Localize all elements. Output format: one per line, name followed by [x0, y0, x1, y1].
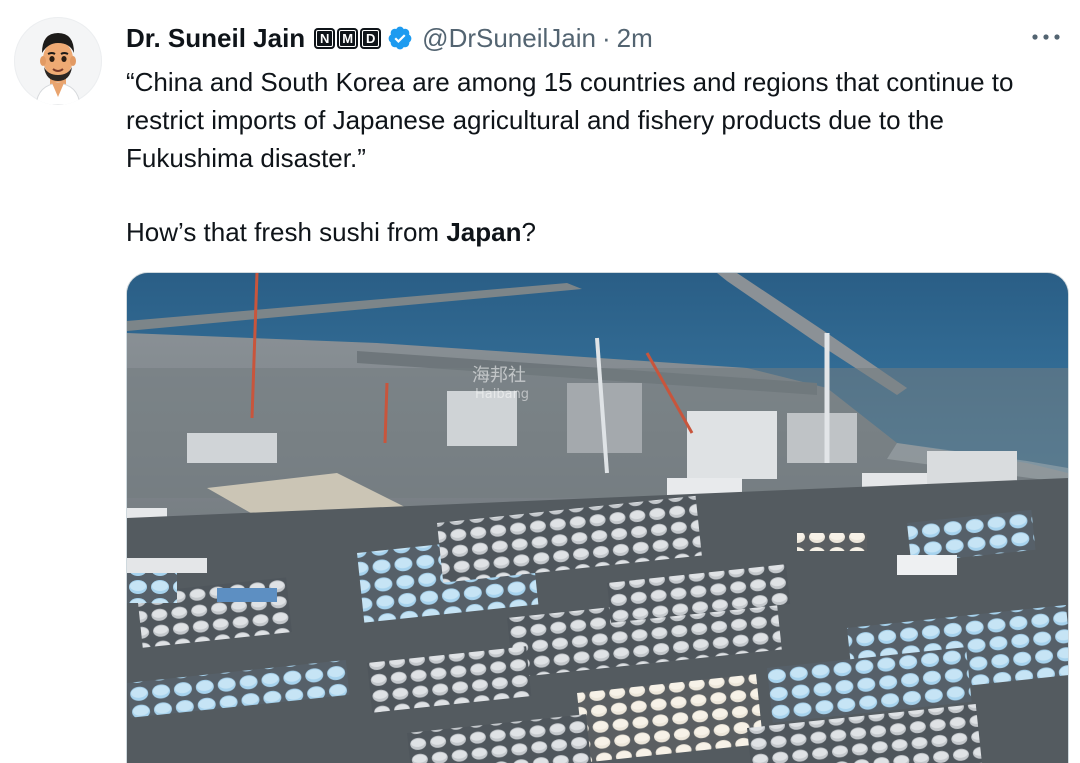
author-handle[interactable]: @DrSuneilJain: [422, 23, 596, 54]
badge-letter: D: [360, 27, 382, 49]
question-prefix: How’s that fresh sushi from: [126, 217, 447, 247]
storage-tanks-white: [797, 533, 867, 551]
verified-badge-icon: [388, 26, 412, 50]
tweet-text: “China and South Korea are among 15 coun…: [126, 63, 1071, 251]
tweet-quote: “China and South Korea are among 15 coun…: [126, 67, 1014, 173]
reactor-building: [687, 411, 777, 479]
reactor-building: [787, 413, 857, 463]
nmd-badges: N M D: [314, 27, 382, 49]
crane: [383, 382, 389, 444]
question-suffix: ?: [521, 217, 536, 247]
more-options-button[interactable]: [1026, 22, 1066, 52]
avatar[interactable]: [14, 17, 102, 105]
tweet-card: Dr. Suneil Jain N M D @DrSuneilJain · 2m…: [0, 0, 1080, 763]
storage-tanks-blue: [127, 573, 177, 603]
tweet-header: Dr. Suneil Jain N M D @DrSuneilJain · 2m: [126, 20, 653, 56]
warehouse-roof: [127, 558, 207, 573]
tweet-media-photo[interactable]: 海邦社 Haibang: [126, 272, 1069, 763]
blue-roof: [217, 588, 277, 602]
badge-letter: M: [337, 27, 359, 49]
photo-watermark: 海邦社: [472, 365, 526, 386]
warehouse-roof: [897, 555, 957, 575]
badge-letter: N: [314, 27, 336, 49]
memoji-avatar-icon: [35, 33, 81, 105]
more-horizontal-icon: [1032, 34, 1060, 40]
separator-dot: ·: [601, 22, 611, 53]
question-bold-word: Japan: [446, 217, 522, 247]
photo-watermark: Haibang: [475, 387, 529, 402]
tweet-question: How’s that fresh sushi from Japan?: [126, 213, 1071, 251]
author-display-name[interactable]: Dr. Suneil Jain: [126, 23, 305, 54]
aerial-plant-photo: 海邦社 Haibang: [127, 273, 1068, 763]
office-building: [187, 433, 277, 463]
tweet-timestamp[interactable]: 2m: [617, 23, 653, 54]
